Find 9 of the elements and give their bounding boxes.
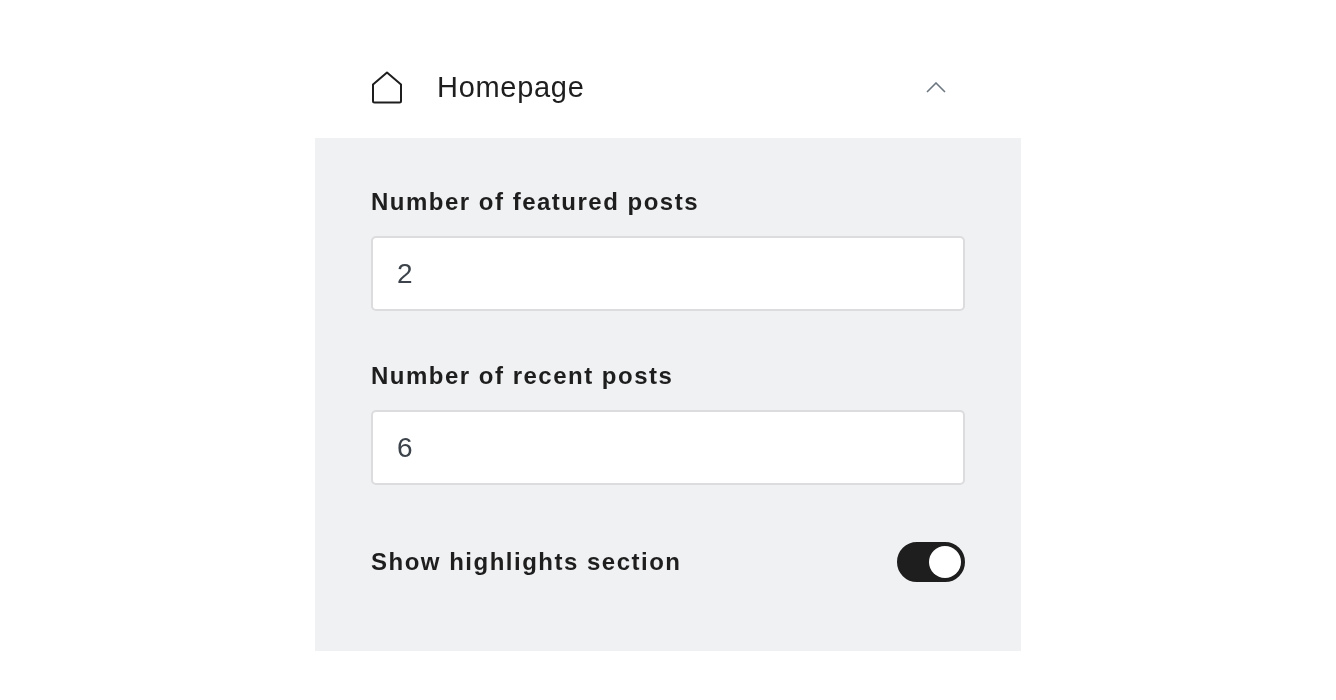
toggle-switch[interactable]: [897, 542, 965, 582]
toggle-label: Show highlights section: [371, 548, 682, 576]
number-input[interactable]: 6: [371, 410, 965, 485]
chevron-icon[interactable]: [926, 82, 946, 93]
section-title: Homepage: [437, 71, 585, 104]
house-icon: [371, 71, 403, 104]
number-input[interactable]: 2: [371, 236, 965, 311]
field-label: Number of recent posts: [371, 362, 674, 390]
field-label: Number of featured posts: [371, 188, 700, 216]
